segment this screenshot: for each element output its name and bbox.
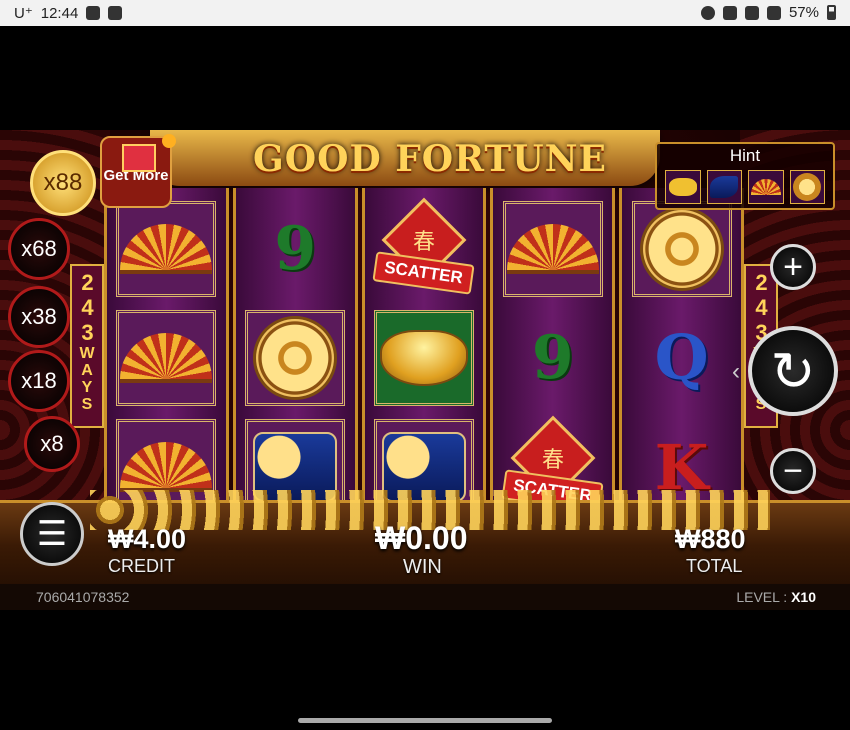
multiplier-x88[interactable]: x88: [30, 150, 96, 216]
carrier-label: U⁺: [14, 5, 33, 22]
reel-2: 9: [232, 188, 358, 528]
coin-medal-symbol: [245, 309, 346, 406]
ways-number: 243: [75, 270, 100, 345]
multiplier-x68[interactable]: x68: [8, 218, 70, 280]
ways-badge-left: 243 WAYS: [70, 264, 104, 428]
app-notification-icon: [86, 6, 101, 20]
fan-icon: [120, 442, 213, 493]
spin-button[interactable]: ↻: [748, 326, 838, 416]
hint-ingot-tile: [665, 170, 701, 204]
notification-dot: [162, 134, 176, 148]
plus-icon: +: [783, 247, 803, 286]
ways-label: WAYS: [78, 345, 96, 413]
gold-ingot-icon: [379, 329, 468, 386]
fan-symbol: [116, 309, 217, 406]
reel-1: [104, 188, 229, 528]
menu-button[interactable]: ☰: [20, 502, 84, 566]
signal-icon: [766, 5, 781, 20]
credit-label: CREDIT: [108, 556, 175, 576]
coin-medal-symbol: [631, 200, 732, 297]
minus-icon: −: [783, 451, 803, 490]
chevron-left-icon: ‹: [732, 358, 740, 385]
scatter-char: 春: [541, 448, 564, 474]
home-indicator[interactable]: [298, 718, 552, 723]
win-label: WIN: [403, 556, 442, 578]
multiplier-x8[interactable]: x8: [24, 416, 80, 472]
battery-percent: 57%: [788, 4, 819, 21]
q-symbol: Q: [632, 310, 732, 406]
nine-symbol: 9: [503, 310, 603, 406]
fan-symbol: [116, 200, 217, 297]
clock: 12:44: [40, 4, 79, 22]
fan-icon: [750, 179, 781, 195]
bet-increase-button[interactable]: +: [770, 244, 816, 290]
multiplier-x18[interactable]: x18: [8, 350, 70, 412]
spin-icon: ↻: [770, 341, 816, 402]
menu-icon: ☰: [36, 515, 68, 553]
5g-signal-icon: [744, 5, 759, 20]
fan-symbol: [502, 200, 603, 297]
bet-decrease-button[interactable]: −: [770, 448, 816, 494]
level-value: X10: [791, 589, 816, 605]
gold-ingot-symbol: [373, 309, 474, 406]
fan-icon: [120, 223, 213, 274]
get-more-button[interactable]: Get More: [100, 134, 176, 208]
coin-medal-icon: [253, 315, 338, 400]
nine-symbol: 9: [245, 201, 345, 297]
total-label: TOTAL: [686, 556, 743, 576]
credit-amount: ₩4.00: [108, 524, 187, 554]
fan-icon: [120, 332, 213, 383]
multiplier-x38[interactable]: x38: [8, 286, 70, 348]
nine-icon: 9: [274, 213, 317, 284]
hint-panel[interactable]: Hint: [655, 142, 835, 210]
coin-medal-icon: [639, 206, 724, 291]
hint-label: Hint: [729, 146, 761, 165]
reels: 9 春 SCATTER 9 春 SCATTER Q K: [104, 188, 744, 528]
game-id: 706041078352: [36, 589, 130, 605]
hint-fan-tile: [748, 170, 784, 204]
slot-game: GOOD FORTUNE 9 春 SCATTER 9 春 SCATTER: [0, 130, 850, 610]
gold-ingot-icon: [668, 178, 697, 196]
hint-medal-tile: [789, 170, 825, 204]
level-indicator: LEVEL : X10: [736, 589, 816, 605]
fish-icon: [710, 176, 739, 198]
level-label: LEVEL :: [736, 589, 788, 605]
q-icon: Q: [654, 321, 709, 395]
total-amount: ₩880: [675, 524, 746, 554]
reel-5: Q K: [619, 188, 744, 528]
nine-icon: 9: [531, 322, 574, 393]
hint-fish-tile: [706, 170, 742, 204]
status-bar: U⁺ 12:44 57%: [0, 0, 850, 26]
fan-icon: [506, 223, 599, 274]
game-title: GOOD FORTUNE: [253, 138, 607, 180]
coin-medal-icon: [793, 173, 822, 201]
scatter-banner: SCATTER: [372, 250, 476, 295]
win-amount: ₩0.00: [375, 520, 468, 556]
youtube-icon: [108, 6, 123, 20]
hint-symbols: [657, 166, 833, 208]
mute-icon: [722, 5, 737, 20]
battery-icon: [827, 5, 836, 20]
reel-3: 春 SCATTER: [361, 188, 487, 528]
get-more-label: Get More: [103, 167, 169, 184]
scatter-char: 春: [412, 229, 435, 255]
alarm-icon: [700, 5, 715, 20]
reel-4: 9 春 SCATTER: [490, 188, 616, 528]
scatter-symbol: 春 SCATTER: [370, 197, 478, 297]
footer-bar: 706041078352 LEVEL : X10: [0, 584, 850, 610]
